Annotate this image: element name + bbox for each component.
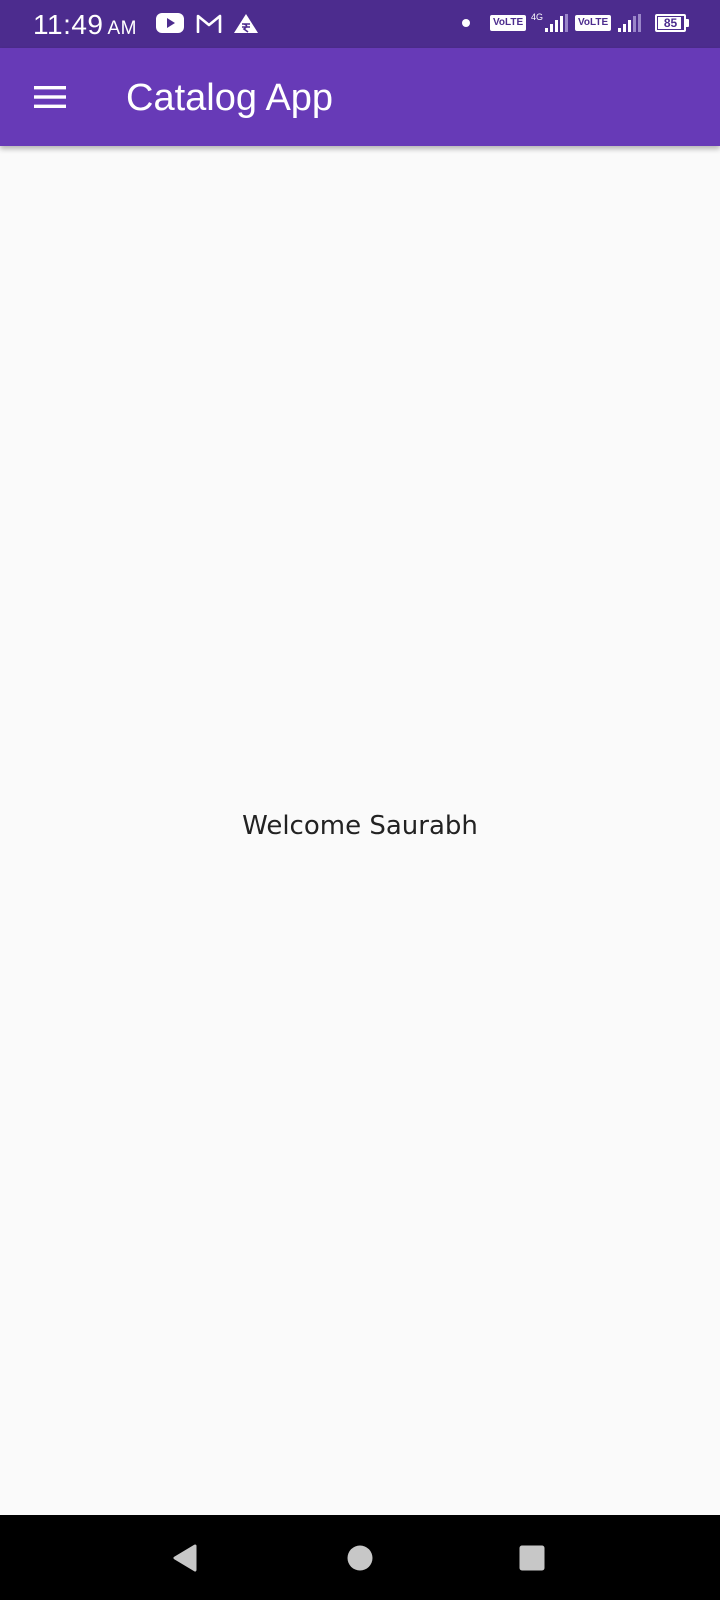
- status-time-value: 11:49: [33, 9, 104, 40]
- home-icon: [347, 1545, 373, 1571]
- main-content: Welcome Saurabh: [0, 146, 720, 1515]
- status-time-ampm: AM: [107, 18, 137, 39]
- battery-percent: 85: [663, 16, 678, 30]
- rupee-app-icon: [234, 14, 258, 33]
- back-icon: [173, 1544, 197, 1572]
- welcome-text: Welcome Saurabh: [242, 811, 478, 841]
- menu-button[interactable]: [22, 72, 78, 122]
- navigation-bar: [0, 1515, 720, 1600]
- volte-badge-sim2: VoLTE: [575, 15, 612, 31]
- page-title: Catalog App: [126, 77, 334, 119]
- gmail-icon: [196, 14, 222, 33]
- app-bar: Catalog App: [0, 48, 720, 146]
- recents-button[interactable]: [507, 1533, 557, 1583]
- network-type-label: 4G: [531, 12, 544, 22]
- notification-dot-icon: [462, 19, 470, 27]
- battery-tip: [686, 19, 689, 27]
- youtube-icon: [156, 13, 184, 33]
- volte-badge-sim1: VoLTE: [490, 15, 527, 31]
- battery-icon: 85: [655, 14, 686, 32]
- recents-icon: [519, 1545, 545, 1571]
- hamburger-menu-icon: [34, 86, 66, 108]
- back-button[interactable]: [160, 1533, 210, 1583]
- status-time: 11:49 AM: [33, 8, 137, 46]
- status-bar: 11:49 AM VoLTE 4G VoLTE 85: [0, 0, 720, 48]
- signal-icon: [618, 14, 641, 32]
- signal-icon: [545, 14, 568, 32]
- home-button[interactable]: [335, 1533, 385, 1583]
